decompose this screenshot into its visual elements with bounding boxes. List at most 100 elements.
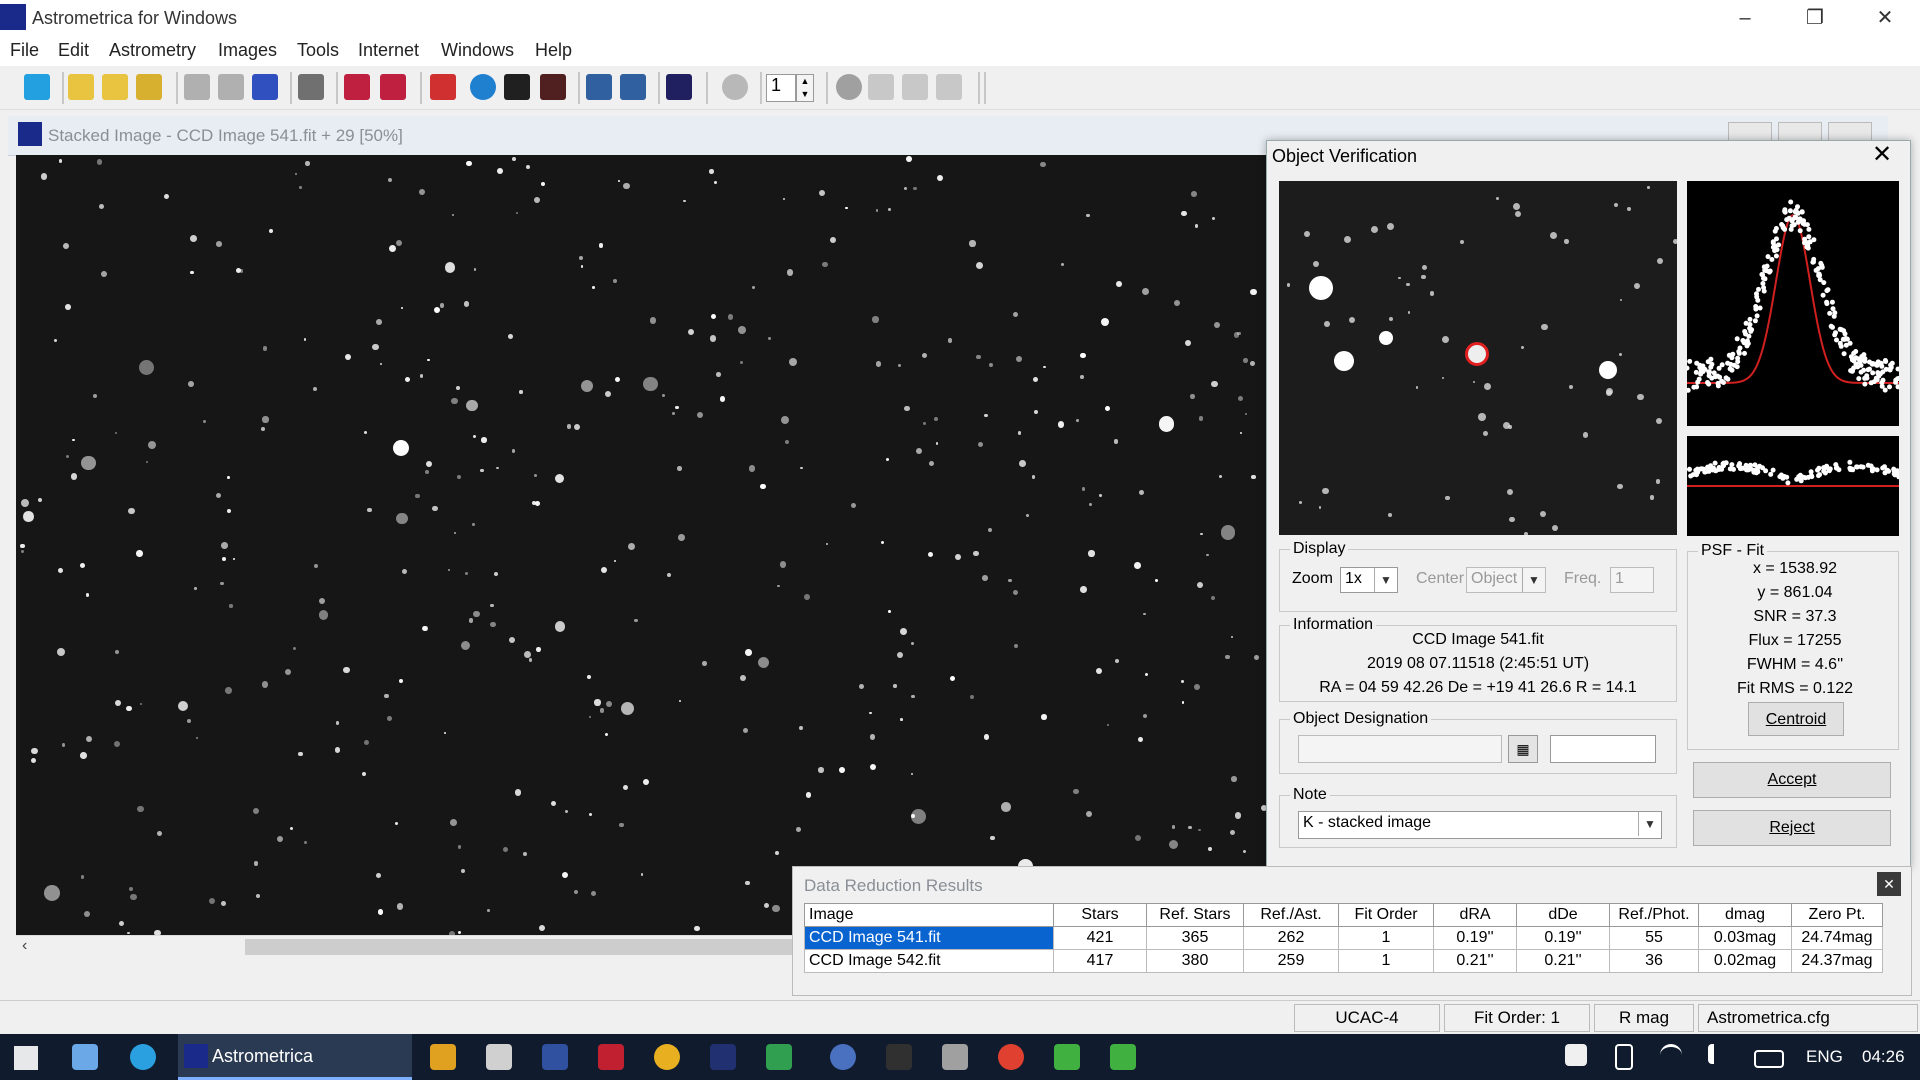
restore-button[interactable]: ❐ [1780, 0, 1850, 36]
palette-icon[interactable] [540, 74, 566, 100]
step-back-icon[interactable] [868, 74, 894, 100]
app-icon[interactable] [1110, 1044, 1136, 1070]
menu-tools[interactable]: Tools [297, 40, 339, 61]
reject-button[interactable]: Reject [1693, 810, 1891, 846]
psf-point [1834, 337, 1839, 343]
curve-icon[interactable] [504, 74, 530, 100]
col-zero-pt[interactable]: Zero Pt. [1791, 903, 1883, 927]
col-stars[interactable]: Stars [1053, 903, 1147, 927]
col-fit-order[interactable]: Fit Order [1338, 903, 1434, 927]
close-button[interactable]: ✕ [1850, 0, 1920, 36]
note-select[interactable]: K - stacked image ▼ [1298, 811, 1662, 839]
star [1057, 421, 1065, 428]
app-icon[interactable] [654, 1044, 680, 1070]
load-images-icon[interactable] [136, 74, 162, 100]
telescope-icon[interactable] [942, 1044, 968, 1070]
minimize-button[interactable]: – [1710, 0, 1780, 36]
scroll-left-icon[interactable]: ‹ [22, 937, 27, 955]
usb-icon[interactable] [1615, 1044, 1633, 1070]
photos-icon[interactable] [486, 1044, 512, 1070]
wifi-icon[interactable] [1660, 1044, 1682, 1069]
task-view-icon[interactable] [72, 1044, 98, 1070]
blink-icon[interactable] [344, 74, 370, 100]
residual-point [1821, 465, 1827, 471]
globe-icon[interactable] [722, 74, 748, 100]
paint-icon[interactable] [430, 1044, 456, 1070]
frame-spinner[interactable]: ▲ ▼ [796, 74, 814, 102]
app-icon[interactable] [1054, 1044, 1080, 1070]
zoom-in-icon[interactable] [586, 74, 612, 100]
record-icon[interactable] [836, 74, 862, 100]
star [554, 473, 565, 484]
star [225, 687, 232, 694]
psf-point [1755, 297, 1761, 303]
dialog-close-icon[interactable]: ✕ [1862, 138, 1902, 172]
r-icon[interactable] [830, 1044, 856, 1070]
col-dmag[interactable]: dmag [1698, 903, 1792, 927]
report-icon[interactable] [298, 74, 324, 100]
marker-icon[interactable] [430, 74, 456, 100]
star [21, 499, 30, 508]
designation-lookup-button[interactable]: ▦ [1508, 735, 1538, 763]
arrow-icon[interactable] [24, 74, 50, 100]
cortana-icon[interactable] [130, 1044, 156, 1070]
centroid-button[interactable]: Centroid [1748, 702, 1844, 736]
scrollbar-thumb[interactable] [245, 939, 795, 955]
col-ref-phot[interactable]: Ref./Phot. [1609, 903, 1699, 927]
open-images-icon[interactable] [102, 74, 128, 100]
col-ref-stars[interactable]: Ref. Stars [1146, 903, 1244, 927]
psf-point [1700, 369, 1706, 375]
track-icon[interactable] [380, 74, 406, 100]
menu-file[interactable]: File [10, 40, 39, 61]
step-forward-icon[interactable] [902, 74, 928, 100]
col-image[interactable]: Image [804, 903, 1054, 927]
menu-images[interactable]: Images [218, 40, 277, 61]
play-icon[interactable] [936, 74, 962, 100]
col-dra[interactable]: dRA [1433, 903, 1517, 927]
menu-windows[interactable]: Windows [441, 40, 514, 61]
security-shield-icon[interactable] [1565, 1044, 1587, 1066]
center-select[interactable]: Object ▼ [1466, 567, 1546, 593]
psf-residual-plot [1687, 436, 1902, 536]
col-dde[interactable]: dDe [1516, 903, 1610, 927]
residual-point [1755, 465, 1761, 471]
col-ref-ast[interactable]: Ref./Ast. [1243, 903, 1339, 927]
star [784, 439, 789, 444]
frame-number-input[interactable]: 1 [766, 74, 796, 102]
battery-icon[interactable] [1754, 1050, 1784, 1068]
menu-help[interactable]: Help [535, 40, 572, 61]
regstax-icon[interactable] [766, 1044, 792, 1070]
settings-gear-icon[interactable] [184, 74, 210, 100]
zoom-select[interactable]: 1x ▼ [1340, 567, 1398, 593]
asi-icon[interactable] [710, 1044, 736, 1070]
zoom-out-icon[interactable] [620, 74, 646, 100]
designation-secondary-input[interactable] [1550, 735, 1656, 763]
volume-icon[interactable] [1708, 1044, 1734, 1064]
circle-icon[interactable] [470, 74, 496, 100]
clock[interactable]: 04:26 [1862, 1047, 1905, 1067]
star [1107, 723, 1110, 726]
star-chart-icon[interactable] [666, 74, 692, 100]
menu-astrometry[interactable]: Astrometry [109, 40, 196, 61]
reduction-icon[interactable] [252, 74, 278, 100]
language-indicator[interactable]: ENG [1806, 1047, 1843, 1067]
windows-start-icon[interactable] [14, 1046, 38, 1070]
star [742, 728, 748, 734]
menu-internet[interactable]: Internet [358, 40, 419, 61]
gear-icon[interactable] [218, 74, 244, 100]
table-row[interactable]: CCD Image 541.fit 421 365 262 1 0.19'' 0… [804, 926, 1883, 950]
menu-edit[interactable]: Edit [58, 40, 89, 61]
cpw-icon[interactable] [886, 1044, 912, 1070]
freq-input[interactable]: 1 [1610, 567, 1654, 593]
star [1143, 612, 1147, 616]
chrome-icon[interactable] [998, 1044, 1024, 1070]
star [780, 415, 789, 424]
designation-input[interactable] [1298, 735, 1502, 763]
table-row[interactable]: CCD Image 542.fit 417 380 259 1 0.21'' 0… [804, 949, 1883, 973]
accept-button[interactable]: Accept [1693, 762, 1891, 798]
app-icon[interactable] [598, 1044, 624, 1070]
data-reduction-close-icon[interactable]: ✕ [1877, 872, 1901, 896]
open-folder-icon[interactable] [68, 74, 94, 100]
stacked-image-canvas[interactable] [16, 155, 1271, 935]
app-icon[interactable] [542, 1044, 568, 1070]
